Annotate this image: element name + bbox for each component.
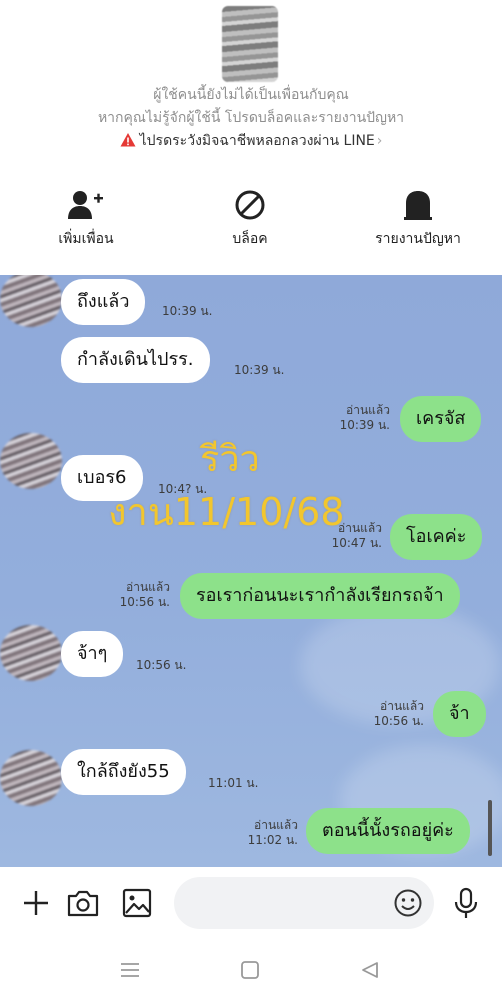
chat-area[interactable]: ถึงแล้ว 10:39 น. กำลังเดินไปรร. 10:39 น.… — [0, 275, 502, 867]
outgoing-message[interactable]: จ้า — [433, 691, 486, 737]
incoming-message[interactable]: ถึงแล้ว — [61, 279, 146, 325]
scam-warning-link[interactable]: ไปรดระวังมิจฉาชีพหลอกลวงผ่าน LINE › — [0, 130, 502, 152]
read-receipt: อ่านแล้ว — [346, 403, 390, 417]
outgoing-message[interactable]: ตอนนี้นั้งรถอยู่ค่ะ — [306, 808, 470, 854]
message-time: 10:47 น. — [331, 536, 382, 550]
chevron-right-icon: › — [376, 133, 383, 149]
block-label: บล็อค — [232, 231, 268, 247]
chat-scrollbar[interactable] — [488, 800, 492, 856]
camera-icon[interactable] — [67, 887, 99, 919]
emoji-icon[interactable] — [392, 887, 424, 919]
sender-avatar[interactable] — [0, 625, 62, 681]
message-time: 10:56 น. — [373, 714, 424, 728]
message-time: 10:39 น. — [339, 418, 390, 432]
add-friend-icon — [68, 191, 103, 219]
watermark-text: รีวิว — [200, 439, 260, 480]
incoming-message[interactable]: ใกล้ถึงยัง55 — [61, 749, 186, 795]
chat-header: ผู้ใช้คนนี้ยังไม่ได้เป็นเพื่อนกับคุณ หาก… — [0, 0, 502, 275]
message-time: 10:39 น. — [234, 363, 285, 377]
read-receipt: อ่านแล้ว — [126, 580, 170, 594]
block-icon — [235, 190, 265, 220]
microphone-icon[interactable] — [450, 887, 482, 919]
read-receipt: อ่านแล้ว — [254, 818, 298, 832]
incoming-message[interactable]: จ้าๆ — [61, 631, 124, 677]
outgoing-message[interactable]: เครจัส — [400, 396, 482, 442]
message-time: 10:39 น. — [162, 304, 213, 318]
message-time: 11:01 น. — [208, 776, 259, 790]
add-friend-button[interactable]: เพิ่มเพื่อน — [6, 188, 166, 250]
sender-avatar[interactable] — [0, 275, 62, 327]
read-receipt: อ่านแล้ว — [338, 521, 382, 535]
warning-icon — [120, 133, 136, 147]
add-friend-label: เพิ่มเพื่อน — [58, 231, 114, 247]
report-icon — [404, 191, 432, 220]
system-navigation-bar — [0, 940, 502, 1000]
watermark-text: งาน11/10/68 — [108, 490, 345, 534]
block-button[interactable]: บล็อค — [170, 188, 330, 250]
plus-icon[interactable] — [20, 887, 52, 919]
report-label: รายงานปัญหา — [375, 231, 461, 247]
message-read-time: อ่านแล้ว 10:56 น. — [360, 699, 424, 729]
message-read-time: อ่านแล้ว 10:39 น. — [330, 403, 390, 433]
not-friend-notice: ผู้ใช้คนนี้ยังไม่ได้เป็นเพื่อนกับคุณ — [153, 87, 349, 103]
message-read-time: อ่านแล้ว 11:02 น. — [234, 818, 298, 848]
message-input-bar — [0, 867, 502, 940]
outgoing-message[interactable]: รอเราก่อนนะเรากำลังเรียกรถจ้า — [180, 573, 460, 619]
sender-avatar[interactable] — [0, 433, 62, 489]
outgoing-message[interactable]: โอเคค่ะ — [390, 514, 483, 560]
sender-avatar[interactable] — [0, 750, 62, 806]
back-icon[interactable] — [358, 958, 382, 982]
message-read-time: อ่านแล้ว 10:47 น. — [318, 521, 382, 551]
image-icon[interactable] — [121, 887, 153, 919]
read-receipt: อ่านแล้ว — [380, 699, 424, 713]
block-report-notice: หากคุณไม่รู้จักผู้ใช้นี้ โปรดบล็อคและราย… — [97, 110, 405, 126]
report-button[interactable]: รายงานปัญหา — [338, 188, 498, 250]
message-time: 11:02 น. — [247, 833, 298, 847]
incoming-message[interactable]: กำลังเดินไปรร. — [61, 337, 210, 383]
scam-warning-text: ไปรดระวังมิจฉาชีพหลอกลวงผ่าน LINE — [139, 133, 375, 149]
message-time: 10:56 น. — [136, 658, 187, 672]
recents-icon[interactable] — [118, 958, 142, 982]
message-time: 10:56 น. — [119, 595, 170, 609]
profile-picture[interactable] — [222, 6, 278, 82]
home-icon[interactable] — [238, 958, 262, 982]
message-read-time: อ่านแล้ว 10:56 น. — [106, 580, 170, 610]
